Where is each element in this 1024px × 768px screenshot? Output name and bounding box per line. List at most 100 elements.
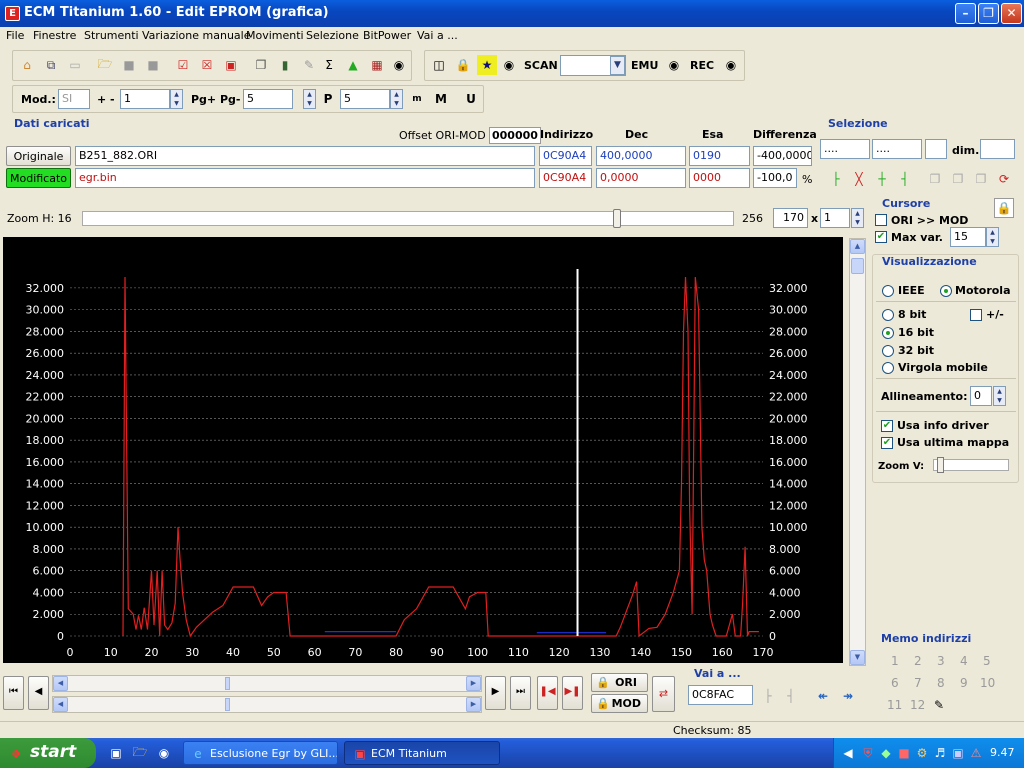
step-spinner[interactable]: ▲ ▼ [170, 89, 183, 109]
memo-6[interactable]: 6 [891, 676, 899, 690]
eprom-chart[interactable]: 0 02.000 2.0004.000 4.0006.000 6.0008.000 8.0… [3, 237, 843, 663]
modificato-file[interactable]: egr.bin [75, 168, 535, 188]
binoculars-icon[interactable]: ◉ [389, 55, 409, 75]
p-field[interactable]: 5 [340, 89, 390, 109]
memo-1[interactable]: 1 [891, 654, 899, 668]
16bit-radio[interactable] [882, 327, 894, 339]
select-mid-icon[interactable]: ┼ [872, 169, 892, 189]
folder-icon[interactable]: 🗁 [130, 743, 150, 763]
vscroll-thumb[interactable] [851, 258, 864, 274]
u-icon[interactable]: U [461, 89, 481, 109]
goto-prev-icon[interactable]: ├ [758, 686, 778, 706]
cancel-map-icon[interactable]: ☒ [197, 55, 217, 75]
first-icon[interactable]: ⏮ [3, 676, 24, 710]
next-icon[interactable]: ▶ [485, 676, 506, 710]
runner-icon[interactable]: ★ [477, 55, 497, 75]
rec-disc-icon[interactable]: ◉ [721, 55, 741, 75]
memo-8[interactable]: 8 [937, 676, 945, 690]
goto-next-icon[interactable]: ┤ [781, 686, 801, 706]
pg-spinner[interactable]: ▲ ▼ [303, 89, 316, 109]
selezione-end[interactable]: .... [872, 139, 922, 159]
select-start-icon[interactable]: ├ [826, 169, 846, 189]
menu-file[interactable]: File [6, 29, 24, 42]
menu-selezione[interactable]: Selezione [306, 29, 359, 42]
memo-2[interactable]: 2 [914, 654, 922, 668]
close-button[interactable]: ✕ [1001, 3, 1022, 24]
alert-icon[interactable]: ⚠ [966, 743, 986, 763]
page-icon[interactable]: ▭ [65, 55, 85, 75]
copy-icon[interactable]: ❐ [251, 55, 271, 75]
chart-icon[interactable]: ▦ [367, 55, 387, 75]
menu-strumenti[interactable]: Strumenti [84, 29, 139, 42]
calendar-icon[interactable]: ▣ [221, 55, 241, 75]
menu-movimenti[interactable]: Movimenti [246, 29, 304, 42]
originale-esa[interactable]: 0190 [689, 146, 750, 166]
ori-button[interactable]: 🔒 ORI [591, 673, 648, 692]
diff-prev-icon[interactable]: ❚◀ [537, 676, 558, 710]
memo-4[interactable]: 4 [960, 654, 968, 668]
paste-sel-icon[interactable]: ❐ [948, 169, 968, 189]
max-var-spinner[interactable]: ▲ ▼ [986, 227, 999, 247]
menu-bitpower[interactable]: BitPower [363, 29, 411, 42]
battery-icon[interactable]: ▮ [275, 55, 295, 75]
usa-ultima-checkbox[interactable]: ✔ [881, 437, 893, 449]
pdf-icon[interactable]: ■ [894, 743, 914, 763]
save-as-icon[interactable]: ■ [143, 55, 163, 75]
max-var-field[interactable]: 15 [950, 227, 986, 247]
memo-left-icon[interactable]: ↞ [813, 686, 833, 706]
lock-icon[interactable]: 🔒 [453, 55, 473, 75]
scroll-right-icon[interactable]: ▶ [466, 697, 481, 712]
prev-icon[interactable]: ◀ [28, 676, 49, 710]
zoom-mult-field[interactable]: 1 [820, 208, 850, 228]
memo-10[interactable]: 10 [980, 676, 995, 690]
menu-vai-a[interactable]: Vai a ... [417, 29, 458, 42]
mod-hscroll[interactable]: ◀ ▶ [52, 696, 482, 713]
originale-dec[interactable]: 400,0000 [596, 146, 686, 166]
memo-5[interactable]: 5 [983, 654, 991, 668]
scroll-left-icon[interactable]: ◀ [53, 697, 68, 712]
media-icon[interactable]: ◉ [154, 743, 174, 763]
diff-next-icon[interactable]: ▶❚ [562, 676, 583, 710]
tray-chevron-icon[interactable]: ◀ [838, 743, 858, 763]
speaker-icon[interactable]: ♬ [930, 743, 950, 763]
select-clear-icon[interactable]: ╳ [849, 169, 869, 189]
sum-icon[interactable]: Σ [319, 55, 339, 75]
memo-9[interactable]: 9 [960, 676, 968, 690]
move-sel-icon[interactable]: ❐ [971, 169, 991, 189]
originale-file[interactable]: B251_882.ORI [75, 146, 535, 166]
hscroll-thumb[interactable] [225, 677, 230, 690]
motorola-radio[interactable] [940, 285, 952, 297]
8bit-radio[interactable] [882, 309, 894, 321]
mod-field[interactable]: SI [58, 89, 90, 109]
m-small-icon[interactable]: m [407, 89, 427, 109]
originale-addr[interactable]: 0C90A4 [539, 146, 592, 166]
zoom-v-thumb[interactable] [937, 457, 944, 473]
virgola-radio[interactable] [882, 362, 894, 374]
p-icon[interactable]: P [318, 89, 338, 109]
pen-icon[interactable]: ✎ [299, 55, 319, 75]
memo-3[interactable]: 3 [937, 654, 945, 668]
m-icon[interactable]: M [431, 89, 451, 109]
memo-7[interactable]: 7 [914, 676, 922, 690]
scroll-right-icon[interactable]: ▶ [466, 676, 481, 691]
shield-icon[interactable]: ⛨ [858, 743, 878, 763]
emu-disc-icon[interactable]: ◉ [664, 55, 684, 75]
zoom-v-slider[interactable] [933, 459, 1009, 471]
hscroll-thumb[interactable] [225, 698, 230, 711]
ori-mod-checkbox[interactable] [875, 214, 887, 226]
zoom-h-slider[interactable] [82, 211, 734, 226]
ori-hscroll[interactable]: ◀ ▶ [52, 675, 482, 692]
network-icon[interactable]: ◆ [876, 743, 896, 763]
memo-edit-icon[interactable]: ✎ [930, 696, 948, 714]
reset-sel-icon[interactable]: ⟳ [994, 169, 1014, 189]
memo-right-icon[interactable]: ↠ [838, 686, 858, 706]
modificato-addr[interactable]: 0C90A4 [539, 168, 592, 188]
disc-icon[interactable]: ◉ [499, 55, 519, 75]
chart-vscroll[interactable]: ▲ ▼ [849, 238, 866, 666]
tool-icon[interactable]: ⚙ [912, 743, 932, 763]
terminal-icon[interactable]: ◫ [429, 55, 449, 75]
usa-info-checkbox[interactable]: ✔ [881, 420, 893, 432]
allineamento-spinner[interactable]: ▲ ▼ [993, 386, 1006, 406]
step-field[interactable]: 1 [120, 89, 170, 109]
zoom-h-value[interactable]: 170 [773, 208, 808, 228]
